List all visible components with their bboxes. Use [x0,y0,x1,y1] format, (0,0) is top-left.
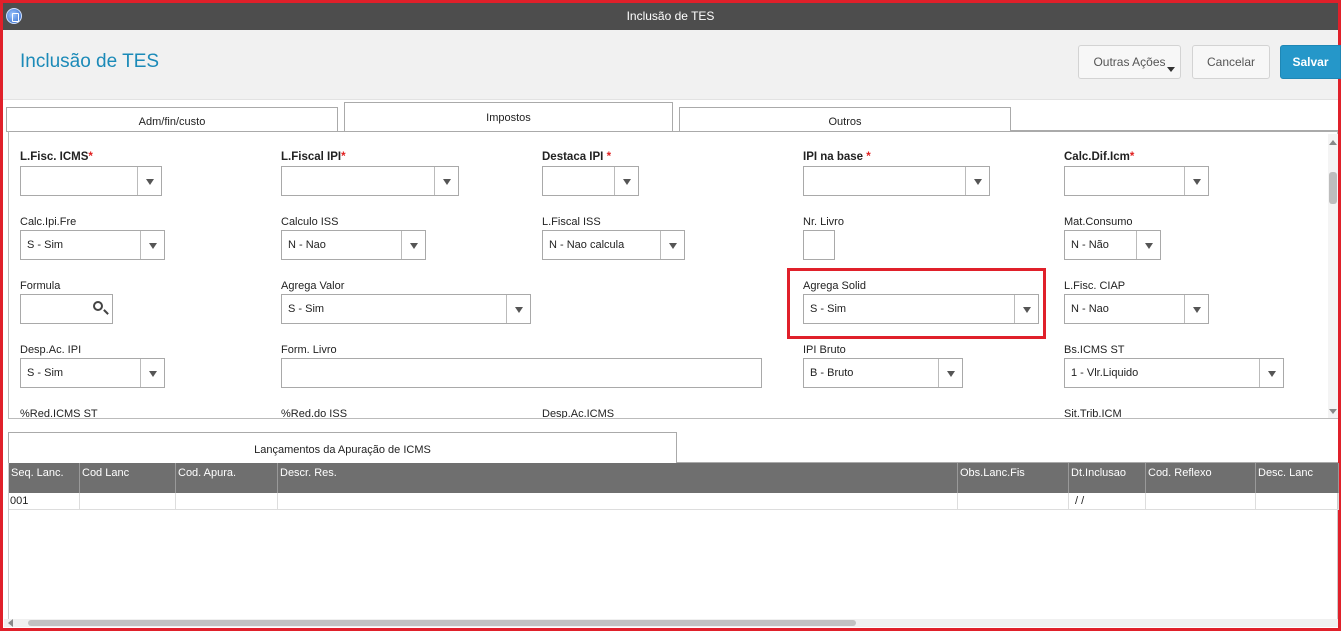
nr-livro-input[interactable] [803,230,835,260]
chevron-down-icon[interactable] [1259,359,1283,387]
page-title: Inclusão de TES [20,51,160,72]
title-bar: Inclusão de TES [3,3,1338,30]
ipi-bruto-select[interactable]: B - Bruto [803,358,963,388]
column-header[interactable]: Obs.Lanc.Fis [958,463,1069,493]
chevron-down-icon[interactable] [140,359,164,387]
table-cell[interactable] [278,493,958,510]
tab-impostos[interactable]: Impostos [344,102,673,132]
calc-dif-icm-select[interactable] [1064,166,1209,196]
lfisc-icms-select[interactable] [20,166,162,196]
desp-ac-icms-label: Desp.Ac.ICMS [542,408,615,419]
lfisc-ciap-select[interactable]: N - Nao [1064,294,1209,324]
column-header[interactable]: Cod. Apura. [176,463,278,493]
chevron-down-icon[interactable] [1184,167,1208,195]
table-cell[interactable] [80,493,176,510]
scroll-thumb[interactable] [1329,172,1337,204]
desp-ac-ipi-select[interactable]: S - Sim [20,358,165,388]
chevron-down-icon[interactable] [614,167,638,195]
column-header[interactable]: Descr. Res. [278,463,958,493]
caret-down-icon [1167,67,1175,72]
calculo-iss-label: Calculo ISS [281,216,339,228]
bs-icms-st-select[interactable]: 1 - Vlr.Liquido [1064,358,1284,388]
chevron-down-icon[interactable] [1136,231,1160,259]
table-cell[interactable] [1256,493,1339,510]
annotation-highlight-box [787,268,1046,339]
table-cell[interactable]: 001 [9,493,80,510]
ipi-na-base-label: IPI na base * [803,151,871,163]
agrega-valor-label: Agrega Valor [281,280,345,292]
form-livro-input[interactable] [281,358,762,388]
tab-adm-fin-custo[interactable]: Adm/fin/custo [6,107,338,132]
search-icon[interactable] [88,295,112,323]
column-header[interactable]: Cod. Reflexo [1146,463,1256,493]
tab-lancamentos-apuracao-icms[interactable]: Lançamentos da Apuração de ICMS [8,432,677,463]
chevron-down-icon[interactable] [137,167,161,195]
table-cell[interactable] [176,493,278,510]
outras-acoes-button[interactable]: Outras Ações [1078,45,1181,79]
column-header[interactable]: Desc. Lanc [1256,463,1339,493]
lancamentos-grid: Seq. Lanc. Cod Lanc Cod. Apura. Descr. R… [8,463,1339,621]
red-icms-st-label: %Red.ICMS ST [20,408,98,419]
chevron-down-icon[interactable] [938,359,962,387]
nr-livro-label: Nr. Livro [803,216,844,228]
lfiscal-ipi-label: L.Fiscal IPI* [281,151,346,163]
impostos-panel: L.Fisc. ICMS* L.Fiscal IPI* Destaca IPI … [8,131,1338,419]
sit-trib-icm-label: Sit.Trib.ICM [1064,408,1122,419]
mat-consumo-label: Mat.Consumo [1064,216,1133,228]
lfisc-icms-label: L.Fisc. ICMS* [20,151,93,163]
red-iss-label: %Red.do ISS [281,408,348,419]
grid-header: Seq. Lanc. Cod Lanc Cod. Apura. Descr. R… [9,463,1339,493]
lfiscal-iss-label: L.Fiscal ISS [542,216,601,228]
chevron-down-icon[interactable] [965,167,989,195]
save-button[interactable]: Salvar [1280,45,1341,79]
chevron-down-icon[interactable] [660,231,684,259]
chevron-down-icon[interactable] [1184,295,1208,323]
ipi-na-base-select[interactable] [803,166,990,196]
desp-ac-ipi-label: Desp.Ac. IPI [20,344,82,356]
table-cell[interactable] [1146,493,1256,510]
tab-outros[interactable]: Outros [679,107,1011,132]
scroll-left-icon[interactable] [8,619,13,627]
page-header: Inclusão de TES Outras Ações Cancelar Sa… [3,30,1341,100]
form-livro-label: Form. Livro [281,344,337,356]
chevron-down-icon[interactable] [434,167,458,195]
outras-acoes-label: Outras Ações [1093,55,1166,69]
formula-label: Formula [20,280,61,292]
column-header[interactable]: Cod Lanc [80,463,176,493]
lfiscal-ipi-select[interactable] [281,166,459,196]
scroll-up-icon[interactable] [1329,140,1337,145]
lfiscal-iss-select[interactable]: N - Nao calcula [542,230,685,260]
column-header[interactable]: Seq. Lanc. [9,463,80,493]
scroll-down-icon[interactable] [1329,409,1337,414]
table-cell[interactable] [958,493,1069,510]
cancel-button[interactable]: Cancelar [1192,45,1270,79]
chevron-down-icon[interactable] [506,295,530,323]
column-header[interactable]: Dt.Inclusao [1069,463,1146,493]
formula-input[interactable] [20,294,113,324]
mat-consumo-select[interactable]: N - Não [1064,230,1161,260]
destaca-ipi-select[interactable] [542,166,639,196]
calc-dif-icm-label: Calc.Dif.Icm* [1064,151,1135,163]
scroll-thumb[interactable] [28,620,856,626]
table-cell[interactable]: / / [1069,493,1146,510]
agrega-valor-select[interactable]: S - Sim [281,294,531,324]
lfisc-ciap-label: L.Fisc. CIAP [1064,280,1126,292]
vertical-scrollbar[interactable] [1328,134,1338,418]
chevron-down-icon[interactable] [140,231,164,259]
calculo-iss-select[interactable]: N - Nao [281,230,426,260]
destaca-ipi-label: Destaca IPI * [542,151,612,163]
horizontal-scrollbar[interactable] [4,619,1338,627]
bs-icms-st-label: Bs.ICMS ST [1064,344,1125,356]
calc-ipi-fre-label: Calc.Ipi.Fre [20,216,77,228]
window-title: Inclusão de TES [626,9,715,23]
ipi-bruto-label: IPI Bruto [803,344,846,356]
calc-ipi-fre-select[interactable]: S - Sim [20,230,165,260]
chevron-down-icon[interactable] [401,231,425,259]
